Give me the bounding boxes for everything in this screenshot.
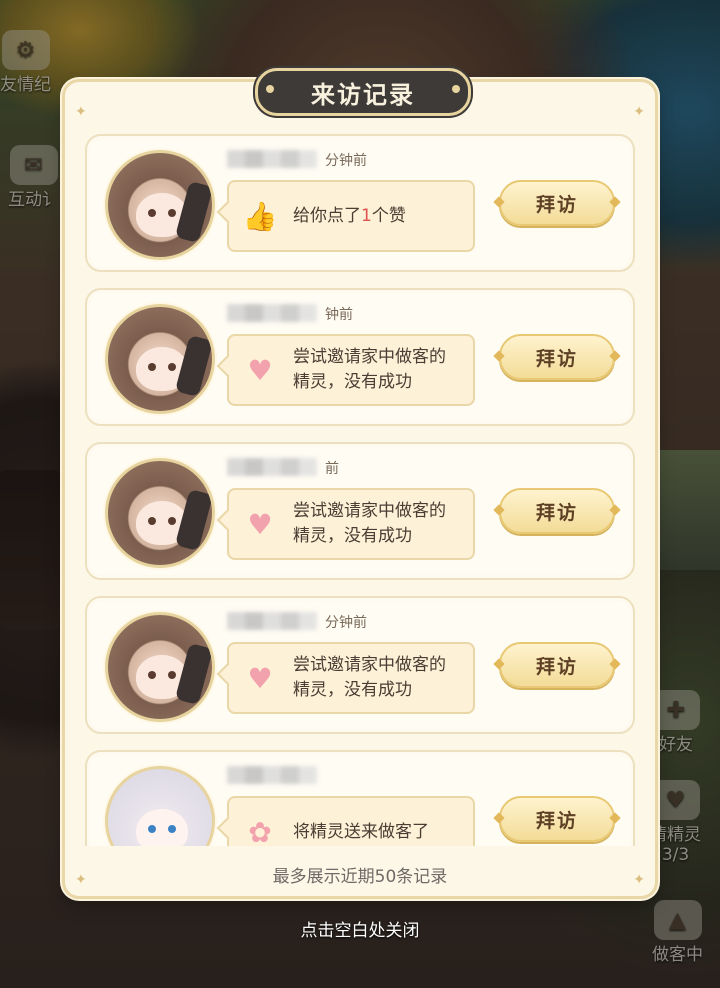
visit-message: 尝试邀请家中做客的 精灵，没有成功 bbox=[293, 345, 446, 395]
visit-button[interactable]: 拜访 bbox=[499, 488, 615, 534]
message-line-2: 精灵，没有成功 bbox=[293, 372, 412, 392]
avatar-hair bbox=[174, 334, 212, 398]
visit-record-row: 分钟前 👍 给你点了1个赞 拜访 bbox=[85, 134, 635, 272]
message-line-2: 精灵，没有成功 bbox=[293, 680, 412, 700]
avatar-eye bbox=[168, 363, 176, 371]
visitor-avatar[interactable] bbox=[105, 612, 215, 722]
avatar-eye bbox=[148, 209, 156, 217]
visitor-avatar[interactable] bbox=[105, 458, 215, 568]
message-line-1: 尝试邀请家中做客的 bbox=[293, 501, 446, 521]
visitor-avatar[interactable] bbox=[105, 766, 215, 846]
visit-button-label: 拜访 bbox=[535, 501, 578, 524]
visit-button-label: 拜访 bbox=[535, 809, 578, 832]
record-limit-note: 最多展示近期50条记录 bbox=[272, 867, 448, 887]
visit-message-bubble: 👍 给你点了1个赞 bbox=[227, 180, 475, 252]
avatar-hair bbox=[174, 488, 212, 552]
avatar-hair bbox=[174, 180, 212, 244]
message-line-1: 尝试邀请家中做客的 bbox=[293, 347, 446, 367]
visit-button-label: 拜访 bbox=[535, 347, 578, 370]
visit-button[interactable]: 拜访 bbox=[499, 796, 615, 842]
visit-button[interactable]: 拜访 bbox=[499, 334, 615, 380]
visit-record-row: 分钟前 ♥ 尝试邀请家中做客的 精灵，没有成功 拜访 bbox=[85, 596, 635, 734]
visitor-name-redacted bbox=[227, 612, 317, 630]
visit-button[interactable]: 拜访 bbox=[499, 180, 615, 226]
visit-record-row: 前 ♥ 尝试邀请家中做客的 精灵，没有成功 拜访 bbox=[85, 442, 635, 580]
visit-message: 将精灵送来做客了 bbox=[293, 820, 429, 845]
title-dot-ornament bbox=[452, 85, 460, 93]
visit-message-bubble: ♥ 尝试邀请家中做客的 精灵，没有成功 bbox=[227, 642, 475, 714]
visit-time: 分钟前 bbox=[325, 615, 367, 631]
visitor-name-redacted bbox=[227, 458, 317, 476]
heart-icon: ♥ bbox=[247, 661, 273, 695]
message-line-2: 精灵，没有成功 bbox=[293, 526, 412, 546]
corner-ornament: ✦ bbox=[633, 104, 645, 120]
avatar-eye bbox=[148, 671, 156, 679]
visit-record-list[interactable]: 分钟前 👍 给你点了1个赞 拜访 钟前 ♥ 尝试邀请家中做客的 精灵，没有成功 … bbox=[85, 134, 635, 846]
visit-time: 前 bbox=[325, 461, 339, 477]
avatar-hair bbox=[174, 642, 212, 706]
visit-message: 给你点了1个赞 bbox=[293, 204, 406, 229]
visit-message: 尝试邀请家中做客的 精灵，没有成功 bbox=[293, 499, 446, 549]
message-suffix: 个赞 bbox=[371, 205, 406, 226]
message-line-1: 尝试邀请家中做客的 bbox=[293, 655, 446, 675]
visit-record-row: 钟前 ♥ 尝试邀请家中做客的 精灵，没有成功 拜访 bbox=[85, 288, 635, 426]
visit-message: 尝试邀请家中做客的 精灵，没有成功 bbox=[293, 653, 446, 703]
visit-message-bubble: ♥ 尝试邀请家中做客的 精灵，没有成功 bbox=[227, 488, 475, 560]
visit-button[interactable]: 拜访 bbox=[499, 642, 615, 688]
dialog-title: 来访记录 bbox=[311, 80, 415, 109]
title-dot-ornament bbox=[266, 85, 274, 93]
heart-icon: ♥ bbox=[247, 507, 273, 541]
message-line-1: 将精灵送来做客了 bbox=[293, 821, 429, 842]
visitor-avatar[interactable] bbox=[105, 304, 215, 414]
visitor-avatar[interactable] bbox=[105, 150, 215, 260]
avatar-face bbox=[136, 809, 188, 846]
avatar-eye bbox=[148, 517, 156, 525]
visit-message-bubble: ✿ 将精灵送来做客了 bbox=[227, 796, 475, 846]
visit-button-label: 拜访 bbox=[535, 655, 578, 678]
visit-time: 钟前 bbox=[325, 307, 353, 323]
visitor-name-redacted bbox=[227, 304, 317, 322]
dialog-title-banner: 来访记录 bbox=[255, 68, 471, 116]
thumbs-up-icon: 👍 bbox=[242, 199, 278, 233]
avatar-eye bbox=[148, 363, 156, 371]
avatar-eye bbox=[168, 825, 176, 833]
tap-to-close-hint[interactable]: 点击空白处关闭 bbox=[0, 916, 720, 941]
avatar-eye bbox=[148, 825, 156, 833]
visit-message-bubble: ♥ 尝试邀请家中做客的 精灵，没有成功 bbox=[227, 334, 475, 406]
sprite-icon: ✿ bbox=[248, 815, 272, 847]
corner-ornament: ✦ bbox=[75, 104, 87, 120]
visit-record-row: ✿ 将精灵送来做客了 拜访 bbox=[85, 750, 635, 846]
visit-button-label: 拜访 bbox=[535, 193, 578, 216]
visit-time: 分钟前 bbox=[325, 153, 367, 169]
visitor-name-redacted bbox=[227, 150, 317, 168]
avatar-eye bbox=[168, 671, 176, 679]
heart-icon: ♥ bbox=[247, 353, 273, 387]
message-text: 给你点了 bbox=[293, 205, 361, 226]
avatar-eye bbox=[168, 209, 176, 217]
avatar-eye bbox=[168, 517, 176, 525]
like-count: 1 bbox=[361, 205, 372, 226]
visitor-name-redacted bbox=[227, 766, 317, 784]
visit-record-dialog: ✦ ✦ ✦ ✦ 来访记录 分钟前 👍 给你点了1个赞 拜访 钟前 ♥ 尝试邀请家… bbox=[65, 68, 655, 896]
